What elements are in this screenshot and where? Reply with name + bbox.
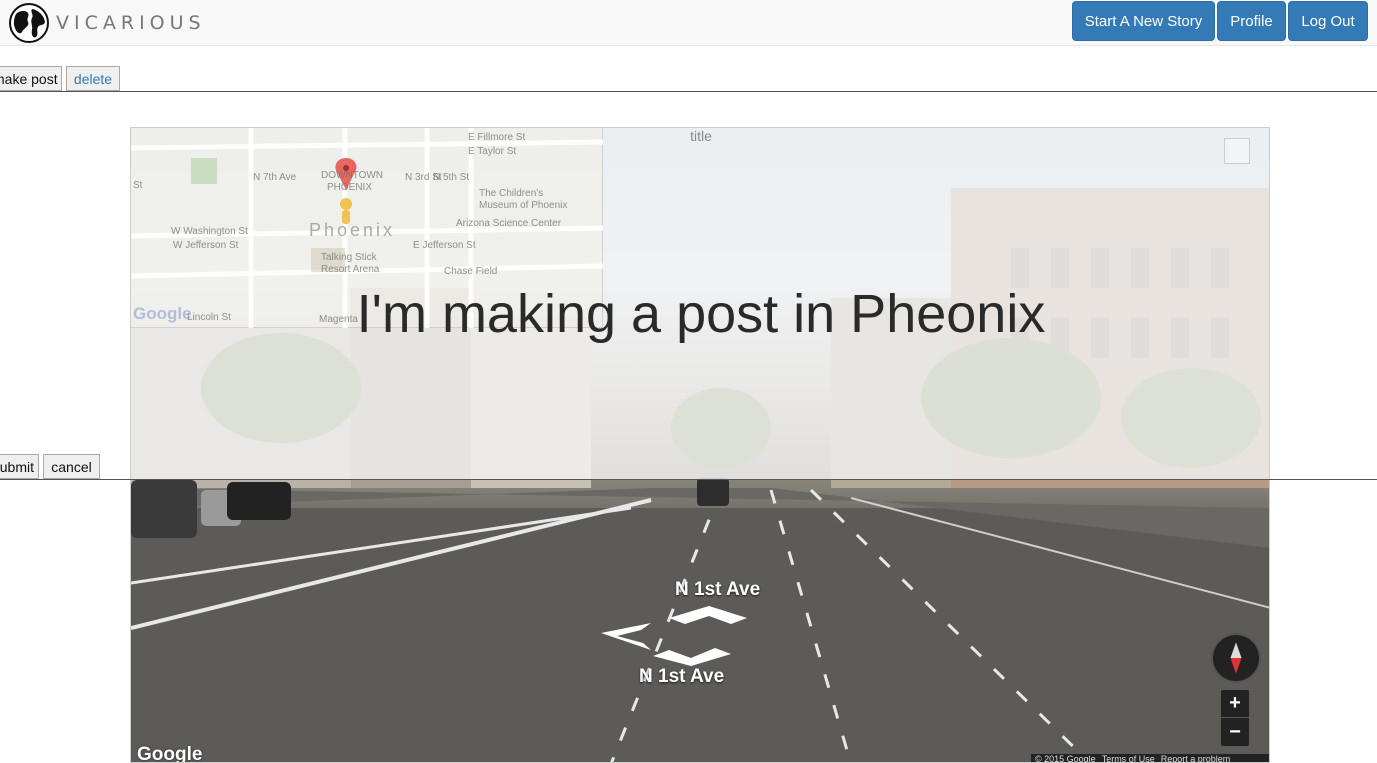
map-label-science: Arizona Science Center (456, 218, 562, 229)
map-label-chase: Chase Field (444, 266, 498, 277)
fullscreen-icon[interactable] (1224, 138, 1250, 164)
brand[interactable]: VICARIOUS (8, 1, 206, 45)
map-label-n5thst: N 5th St (433, 172, 470, 183)
start-new-story-button[interactable]: Start A New Story (1072, 1, 1215, 41)
street-label-bottom[interactable]: N 1st Ave (639, 666, 724, 688)
google-logo: Google (137, 744, 203, 763)
map-label-phoenix-small: PHOENIX (327, 182, 373, 193)
street-view-panel[interactable]: E Fillmore St E Taylor St DOWNTOWN PHOEN… (130, 127, 1270, 763)
log-out-button[interactable]: Log Out (1288, 1, 1368, 41)
map-label-jefferson: W Jefferson St (173, 240, 239, 251)
divider-bottom (0, 479, 1377, 480)
terms-link[interactable]: Terms of Use (1102, 754, 1155, 762)
map-label-downtown: DOWNTOWN (321, 170, 384, 181)
map-label-phoenix-big: Phoenix (309, 220, 396, 240)
report-problem-link[interactable]: Report a problem (1161, 754, 1231, 762)
story-title-label[interactable]: title (131, 128, 1269, 144)
map-label-e-jefferson: E Jefferson St (413, 240, 476, 251)
map-label-resort: Resort Arena (321, 264, 380, 275)
profile-button[interactable]: Profile (1217, 1, 1286, 41)
zoom-control: + − (1221, 690, 1249, 746)
map-label-museum: Museum of Phoenix (479, 200, 568, 211)
compass-icon[interactable] (1211, 633, 1261, 683)
globe-logo-icon (9, 3, 49, 43)
copyright-text: © 2015 Google (1035, 754, 1096, 763)
map-label-talking-stick: Talking Stick (321, 252, 377, 263)
map-label-n7th: N 7th Ave (253, 172, 297, 183)
zoom-in-button[interactable]: + (1221, 690, 1249, 718)
zoom-out-button[interactable]: − (1221, 718, 1249, 746)
cancel-button[interactable]: cancel (43, 454, 100, 479)
delete-button[interactable]: delete (66, 66, 120, 91)
make-post-button[interactable]: make post (0, 66, 62, 91)
street-label-top[interactable]: N 1st Ave (675, 579, 760, 601)
map-label-childrens: The Children's (479, 188, 544, 199)
submit-button[interactable]: submit (0, 454, 39, 479)
map-label-washington: W Washington St (171, 226, 248, 237)
story-text[interactable]: I'm making a post in Pheonix (131, 283, 1269, 345)
map-label-taylor: E Taylor St (468, 146, 517, 157)
brand-name: VICARIOUS (56, 12, 206, 34)
map-label-st: St (133, 180, 143, 191)
attribution-bar: © 2015 Google Terms of Use Report a prob… (1031, 754, 1269, 763)
navbar: VICARIOUS Start A New Story Profile Log … (0, 0, 1377, 46)
divider-top (0, 91, 1377, 92)
